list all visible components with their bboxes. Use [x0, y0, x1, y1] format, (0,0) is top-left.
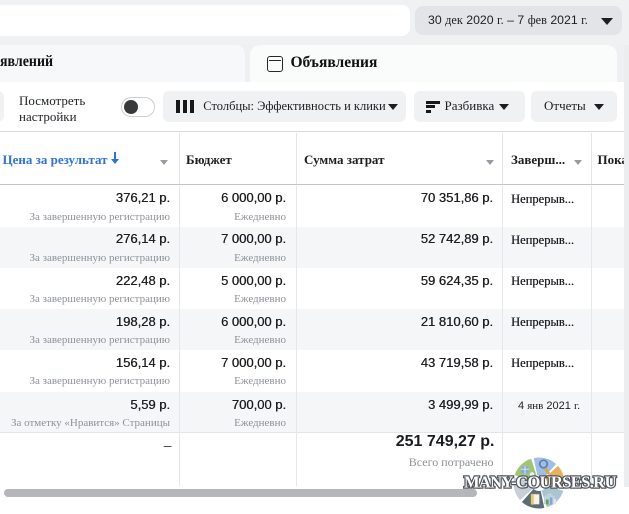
svg-text:MANY-COURSES.RU: MANY-COURSES.RU — [464, 472, 617, 491]
